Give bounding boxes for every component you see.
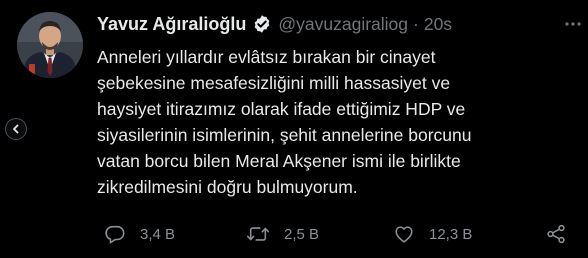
tweet-header: Yavuz Ağıralioğlu @yavuzagiraliog · 20s <box>97 12 452 36</box>
tweet-card[interactable]: Yavuz Ağıralioğlu @yavuzagiraliog · 20s … <box>0 0 588 258</box>
like-count: 12,3 B <box>429 225 473 243</box>
retweet-count: 2,5 B <box>284 225 320 243</box>
chevron-left-icon[interactable] <box>5 118 27 140</box>
reply-button[interactable]: 3,4 B <box>104 220 175 248</box>
timestamp[interactable]: 20s <box>424 14 452 35</box>
separator: · <box>413 13 419 34</box>
retweet-icon <box>246 223 270 245</box>
reply-icon <box>104 223 126 245</box>
display-name[interactable]: Yavuz Ağıralioğlu <box>97 14 246 35</box>
handle[interactable]: @yavuzagiraliog <box>278 14 408 35</box>
heart-icon <box>393 223 415 245</box>
share-button[interactable] <box>545 220 567 248</box>
tweet-actions: 3,4 B 2,5 B 12,3 B <box>0 220 588 248</box>
more-options-icon[interactable] <box>563 14 583 34</box>
like-button[interactable]: 12,3 B <box>393 220 472 248</box>
avatar-image <box>17 12 83 78</box>
share-icon <box>545 223 567 245</box>
tweet-text: Anneleri yıllardır evlâtsız bırakan bir … <box>97 47 472 197</box>
retweet-button[interactable]: 2,5 B <box>246 220 319 248</box>
avatar[interactable] <box>17 12 83 78</box>
verified-badge-icon <box>252 14 272 34</box>
reply-count: 3,4 B <box>140 225 176 243</box>
